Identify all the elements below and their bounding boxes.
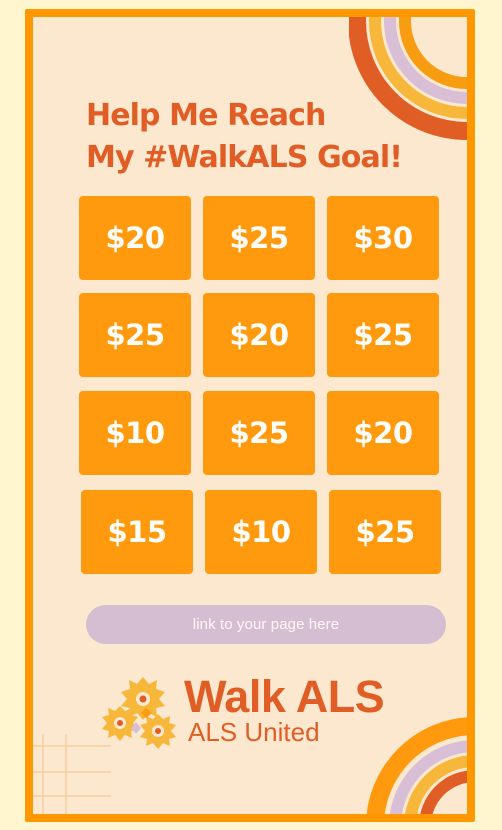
grid-lines-icon (33, 734, 111, 814)
donation-amount-grid: $20 $25 $30 $25 $20 $25 $10 $25 $20 $15 … (79, 196, 442, 578)
page-link-button[interactable]: link to your page here (86, 605, 446, 644)
logo-subtitle: ALS United (188, 717, 320, 747)
amount-button-3[interactable]: $30 (327, 196, 439, 280)
page-stage: Help Me Reach My #WalkALS Goal! $20 $25 … (0, 0, 502, 830)
amount-button-6[interactable]: $25 (327, 293, 439, 377)
amount-button-10[interactable]: $15 (81, 490, 193, 574)
amount-button-7[interactable]: $10 (79, 391, 191, 475)
logo-title: Walk ALS (184, 671, 385, 722)
amount-button-9[interactable]: $20 (327, 391, 439, 475)
headline: Help Me Reach My #WalkALS Goal! (86, 95, 406, 179)
amount-button-12[interactable]: $25 (329, 490, 441, 574)
amount-button-8[interactable]: $25 (203, 391, 315, 475)
donation-card: Help Me Reach My #WalkALS Goal! $20 $25 … (25, 9, 475, 822)
amount-button-11[interactable]: $10 (205, 490, 317, 574)
amount-button-5[interactable]: $20 (203, 293, 315, 377)
headline-line-1: Help Me Reach (86, 98, 326, 133)
walk-als-logo: Walk ALS ALS United (184, 671, 385, 747)
amount-button-2[interactable]: $25 (203, 196, 315, 280)
amount-button-1[interactable]: $20 (79, 196, 191, 280)
headline-line-2: My #WalkALS Goal! (86, 140, 403, 175)
amount-button-4[interactable]: $25 (79, 293, 191, 377)
walk-als-logo-icon (102, 677, 176, 749)
